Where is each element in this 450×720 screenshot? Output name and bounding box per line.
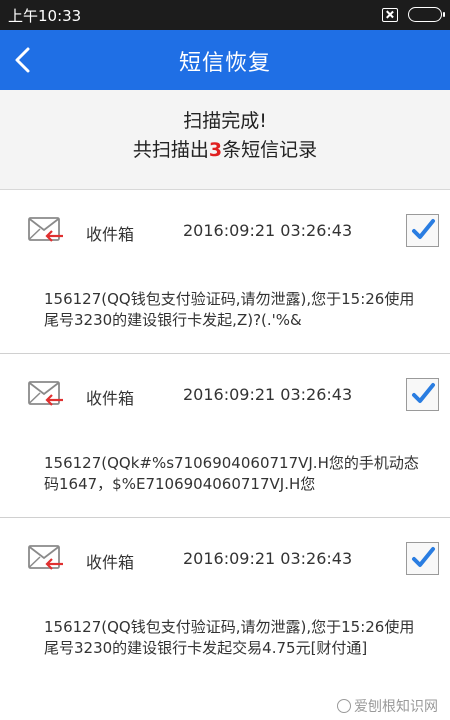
message-checkbox[interactable] <box>406 378 439 411</box>
message-folder: 收件箱 <box>86 225 135 244</box>
message-datetime: 2016:09:21 03:26:43 <box>183 221 353 240</box>
message-item[interactable]: 收件箱 2016:09:21 03:26:43 156127(QQ钱包支付验证码… <box>0 518 450 720</box>
checkmark-icon <box>412 383 435 403</box>
message-datetime: 2016:09:21 03:26:43 <box>183 549 353 568</box>
envelope-incoming-icon <box>28 545 63 570</box>
app-header: 短信恢复 <box>0 30 450 90</box>
page-title: 短信恢复 <box>178 51 271 76</box>
message-body: 156127(QQk#%s7106904060717VJ.H您的手机动态码164… <box>44 454 419 493</box>
scan-count-text: 共扫描出3条短信记录 <box>0 135 450 162</box>
message-body: 156127(QQ钱包支付验证码,请勿泄露),您于15:26使用尾号3230的建… <box>44 290 415 329</box>
sim-card-icon <box>382 7 398 22</box>
envelope-incoming-icon <box>28 381 63 406</box>
status-time: 上午10:33 <box>8 7 82 25</box>
watermark: 爱刨根知识网 <box>337 696 438 716</box>
message-checkbox[interactable] <box>406 214 439 247</box>
message-datetime: 2016:09:21 03:26:43 <box>183 385 353 404</box>
message-item[interactable]: 收件箱 2016:09:21 03:26:43 156127(QQk#%s710… <box>0 354 450 518</box>
watermark-text: 爱刨根知识网 <box>354 699 438 715</box>
scan-count-number: 3 <box>208 139 223 161</box>
message-folder: 收件箱 <box>86 553 135 572</box>
checkmark-icon <box>412 547 435 567</box>
message-body: 156127(QQ钱包支付验证码,请勿泄露),您于15:26使用尾号3230的建… <box>44 618 415 657</box>
status-icons <box>382 7 445 22</box>
message-checkbox[interactable] <box>406 542 439 575</box>
scan-count-prefix: 共扫描出 <box>132 139 209 161</box>
message-folder: 收件箱 <box>86 389 135 408</box>
watermark-logo-icon <box>337 699 351 713</box>
checkmark-icon <box>412 219 435 239</box>
scan-count-suffix: 条短信记录 <box>222 139 318 161</box>
message-item[interactable]: 收件箱 2016:09:21 03:26:43 156127(QQ钱包支付验证码… <box>0 190 450 354</box>
status-bar: 上午10:33 <box>0 0 450 30</box>
envelope-incoming-icon <box>28 217 63 242</box>
scan-status-title: 扫描完成! <box>183 110 267 132</box>
scan-summary: 扫描完成! 共扫描出3条短信记录 <box>0 90 450 190</box>
battery-icon <box>408 7 445 22</box>
